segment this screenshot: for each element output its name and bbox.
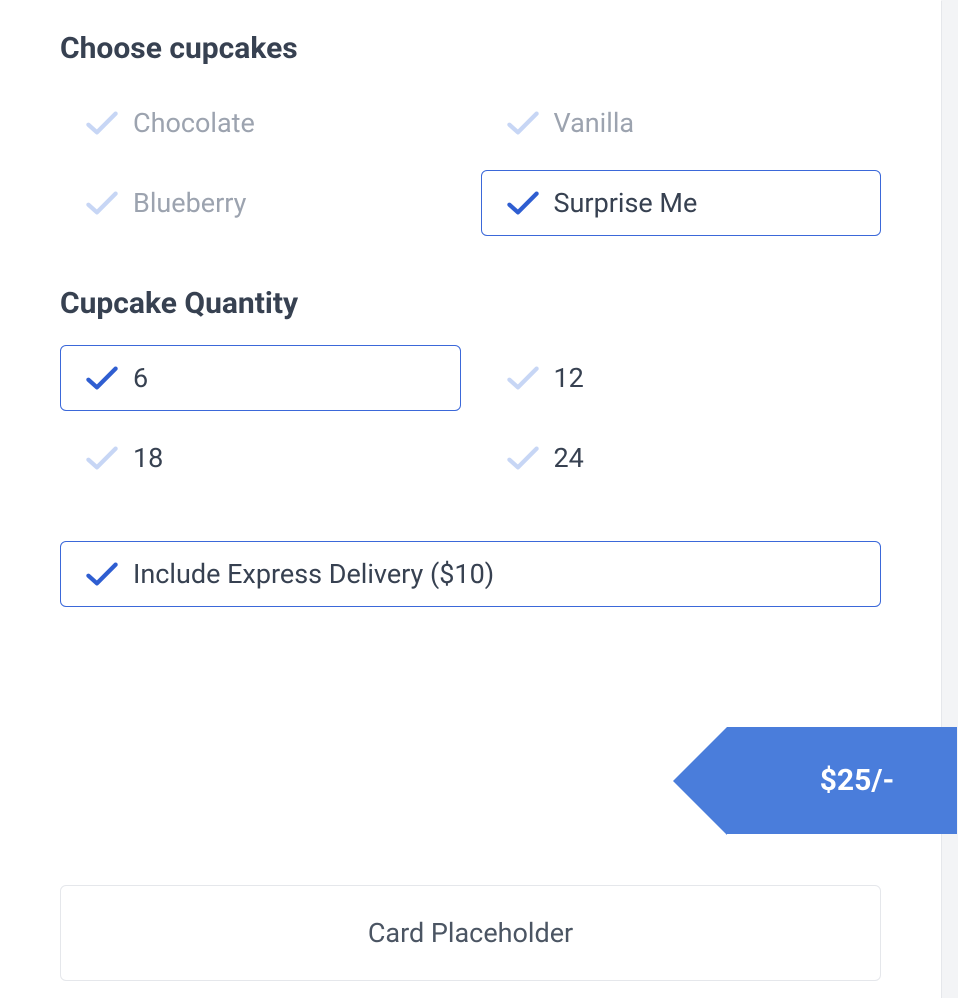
check-icon [85,444,119,472]
quantity-option-6[interactable]: 6 [60,345,461,411]
card-placeholder: Card Placeholder [60,885,881,981]
check-icon [85,189,119,217]
option-label: 6 [133,365,148,392]
cupcake-quantity-heading: Cupcake Quantity [60,286,881,321]
quantity-option-24[interactable]: 24 [481,425,882,491]
option-label: Chocolate [133,110,255,137]
check-icon [85,560,119,588]
flavor-option-surprise-me[interactable]: Surprise Me [481,170,882,236]
option-label: 12 [554,365,584,392]
option-label: Vanilla [554,110,635,137]
flavor-option-chocolate[interactable]: Chocolate [60,90,461,156]
choose-cupcakes-heading: Choose cupcakes [60,31,881,66]
content: Choose cupcakes Chocolate Vanilla Bluebe… [0,1,941,998]
card-placeholder-label: Card Placeholder [368,917,573,949]
quantity-option-12[interactable]: 12 [481,345,882,411]
check-icon [85,364,119,392]
page-container: Choose cupcakes Chocolate Vanilla Bluebe… [0,0,942,998]
express-delivery-row: Include Express Delivery ($10) [60,541,881,607]
price-tag: $25/- [727,727,957,834]
option-label: Include Express Delivery ($10) [133,561,494,588]
express-delivery-checkbox[interactable]: Include Express Delivery ($10) [60,541,881,607]
check-icon [506,109,540,137]
option-label: Blueberry [133,190,246,217]
check-icon [85,109,119,137]
flavor-options: Chocolate Vanilla Blueberry Surprise Me [60,90,881,236]
option-label: Surprise Me [554,190,698,217]
check-icon [506,444,540,472]
flavor-option-vanilla[interactable]: Vanilla [481,90,882,156]
quantity-options: 6 12 18 24 [60,345,881,491]
quantity-option-18[interactable]: 18 [60,425,461,491]
price-value: $25/- [727,727,957,834]
option-label: 18 [133,445,163,472]
check-icon [506,189,540,217]
flavor-option-blueberry[interactable]: Blueberry [60,170,461,236]
check-icon [506,364,540,392]
option-label: 24 [554,445,584,472]
